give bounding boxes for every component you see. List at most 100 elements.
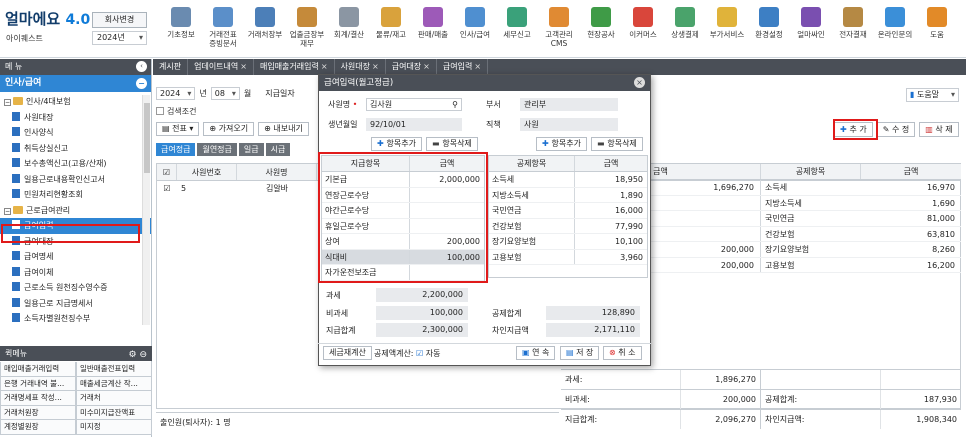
pay-add-item-button[interactable]: ✚ 항목추가 (371, 137, 422, 151)
toolbar-hr[interactable]: 인사/급여 (454, 4, 496, 56)
voucher-button[interactable]: ▤ 전표 ▾ (156, 122, 200, 136)
tab-close-icon[interactable]: × (423, 62, 430, 71)
export-button[interactable]: ⊕ 내보내기 (258, 122, 309, 136)
row-checkbox[interactable]: ☑ (157, 181, 177, 196)
col-emp-no[interactable]: 사원번호 (177, 164, 237, 180)
deduction-item-amount[interactable]: 16,000 (575, 203, 647, 218)
pay-type-tab[interactable]: 시급 (265, 143, 291, 156)
select-all-checkbox[interactable]: ☑ (157, 164, 177, 180)
quick-menu-item[interactable]: 매입매출거래입력 (0, 362, 76, 377)
scrollbar-thumb[interactable] (144, 103, 150, 173)
quick-menu-item[interactable]: 계정별원장 (0, 420, 76, 435)
tab[interactable]: 계시판 (153, 59, 189, 75)
tab[interactable]: 사원대장 × (335, 59, 386, 75)
sidebar-item[interactable]: 급여이체 (0, 265, 151, 281)
section-collapse-icon[interactable]: − (136, 78, 147, 89)
sidebar-item[interactable]: 일용근로내용확인신고서 (0, 172, 151, 188)
toolbar-ecommerce[interactable]: 이커머스 (622, 4, 664, 56)
tab[interactable]: 급여입력 × (437, 59, 489, 75)
ded-del-item-button[interactable]: ▬ 항목삭제 (591, 137, 643, 151)
sidebar-item[interactable]: − 인사/4대보험 (0, 94, 151, 110)
company-change-button[interactable]: 회사변경 (92, 12, 147, 28)
deduction-item-amount[interactable]: 10,100 (575, 234, 647, 249)
tab-close-icon[interactable]: × (372, 62, 379, 71)
cancel-button[interactable]: ⊗ 취 소 (603, 346, 642, 360)
quick-menu-item[interactable]: 거래명세표 작성... (0, 391, 76, 406)
toolbar-sign[interactable]: 얼마싸인 (790, 4, 832, 56)
tab[interactable]: 매입매출거래입력 × (254, 59, 335, 75)
toolbar-cashbook[interactable]: 업출금장부 재무 (286, 4, 328, 56)
sidebar-item[interactable]: 인사양식 (0, 125, 151, 141)
search-condition-checkbox[interactable] (156, 107, 164, 115)
tab[interactable]: 업데이트내역 × (188, 59, 254, 75)
auto-calc-checkbox[interactable]: ☑ (416, 349, 423, 358)
toolbar-settings[interactable]: 환경설정 (748, 4, 790, 56)
deduction-item-row[interactable]: 장기요양보험 10,100 (489, 234, 647, 250)
toolbar-inquiry[interactable]: 온라인문의 (874, 4, 916, 56)
collapse-toggle-icon[interactable]: − (4, 207, 11, 215)
toolbar-payment[interactable]: 상생결제 (664, 4, 706, 56)
deduction-item-row[interactable]: 건강보험 77,990 (489, 218, 647, 234)
search-icon[interactable]: ⚲ (452, 99, 458, 110)
quick-menu-item[interactable]: 미수미지급잔액표 (76, 405, 152, 420)
deduction-item-amount[interactable]: 18,950 (575, 172, 647, 187)
fiscal-year-select[interactable]: 2024년 (92, 31, 147, 45)
sidebar-item[interactable]: 민원처리현황조회 (0, 187, 151, 203)
deduction-item-row[interactable]: 소득세 18,950 (489, 172, 647, 188)
toolbar-help[interactable]: 도움 (916, 4, 958, 56)
tab-close-icon[interactable]: × (240, 62, 247, 71)
ded-add-item-button[interactable]: ✚ 항목추가 (536, 137, 587, 151)
deduction-item-amount[interactable]: 1,890 (575, 188, 647, 203)
pay-type-tab[interactable]: 월연정급 (197, 143, 237, 156)
search-condition[interactable]: 검색조건 (156, 106, 196, 117)
tab-close-icon[interactable]: × (321, 62, 328, 71)
deduction-item-row[interactable]: 국민연금 16,000 (489, 203, 647, 219)
import-button[interactable]: ⊕ 가져오기 (203, 122, 255, 136)
deduction-item-amount[interactable]: 77,990 (575, 219, 647, 234)
toolbar-service[interactable]: 부가서비스 (706, 4, 748, 56)
tab-close-icon[interactable]: × (474, 62, 481, 71)
toolbar-sales[interactable]: 판매/매출 (412, 4, 454, 56)
quick-menu-item[interactable]: 미지정 (76, 420, 152, 435)
collapse-icon[interactable]: ‹ (136, 61, 147, 72)
toolbar-approval[interactable]: 전자결재 (832, 4, 874, 56)
deduction-item-row[interactable]: 지방소득세 1,890 (489, 187, 647, 203)
toolbar-logistics[interactable]: 물류/재고 (370, 4, 412, 56)
quick-menu-item[interactable]: 거래처 (76, 391, 152, 406)
edit-button[interactable]: ✎ 수 정 (876, 122, 916, 137)
close-icon[interactable]: × (634, 77, 645, 88)
quick-menu-item[interactable]: 거래처원장 (0, 405, 76, 420)
sidebar-item[interactable]: 근로소득 원천징수영수증 (0, 280, 151, 296)
quick-menu-item[interactable]: 은행 거래내역 불... (0, 376, 76, 391)
recalc-tax-button[interactable]: 세금재계산 (323, 346, 372, 360)
pay-type-tab[interactable]: 일급 (238, 143, 264, 156)
quick-menu-settings-icon[interactable]: ⚙ ⊖ (129, 348, 147, 363)
year-select[interactable]: 2024 (156, 86, 196, 100)
delete-button[interactable]: ▥ 삭 제 (919, 122, 959, 137)
toolbar-construction[interactable]: 현장공사 (580, 4, 622, 56)
sidebar-item[interactable]: 급여명세 (0, 249, 151, 265)
tab[interactable]: 급여대장 × (386, 59, 437, 75)
continue-button[interactable]: ▣ 연 속 (516, 346, 556, 360)
sidebar-item[interactable]: 소득자별원천징수부 (0, 311, 151, 327)
quick-menu-item[interactable]: 일반매출전표입력 (76, 362, 152, 377)
toolbar-crm[interactable]: 고객관리 CMS (538, 4, 580, 56)
toolbar-basic-info[interactable]: 기초정보 (160, 4, 202, 56)
menu-section-hr[interactable]: 인사/급여 − (0, 75, 151, 92)
menu-scrollbar[interactable] (142, 95, 150, 325)
deduction-item-row[interactable]: 고용보험 3,960 (489, 249, 647, 265)
toolbar-accounting[interactable]: 회계/결산 (328, 4, 370, 56)
collapse-toggle-icon[interactable]: − (4, 99, 11, 106)
quick-menu-item[interactable]: 매출세금계산 작... (76, 376, 152, 391)
sidebar-item[interactable]: 보수총액신고(고용/산재) (0, 156, 151, 172)
pay-type-tab[interactable]: 급여정급 (156, 143, 196, 156)
col-emp-name[interactable]: 사원명 (237, 164, 317, 180)
pay-del-item-button[interactable]: ▬ 항목삭제 (426, 137, 478, 151)
sidebar-item[interactable]: − 근로급여관리 (0, 203, 151, 219)
month-select[interactable]: 08 (210, 86, 240, 100)
toolbar-voucher[interactable]: 거래전표 증빙문서 (202, 4, 244, 56)
sidebar-item[interactable]: 일용근로 지급명세서 (0, 296, 151, 312)
save-button[interactable]: ▤ 저 장 (560, 346, 600, 360)
sidebar-item[interactable]: 사원대장 (0, 110, 151, 126)
sidebar-item[interactable]: 취득상실신고 (0, 141, 151, 157)
